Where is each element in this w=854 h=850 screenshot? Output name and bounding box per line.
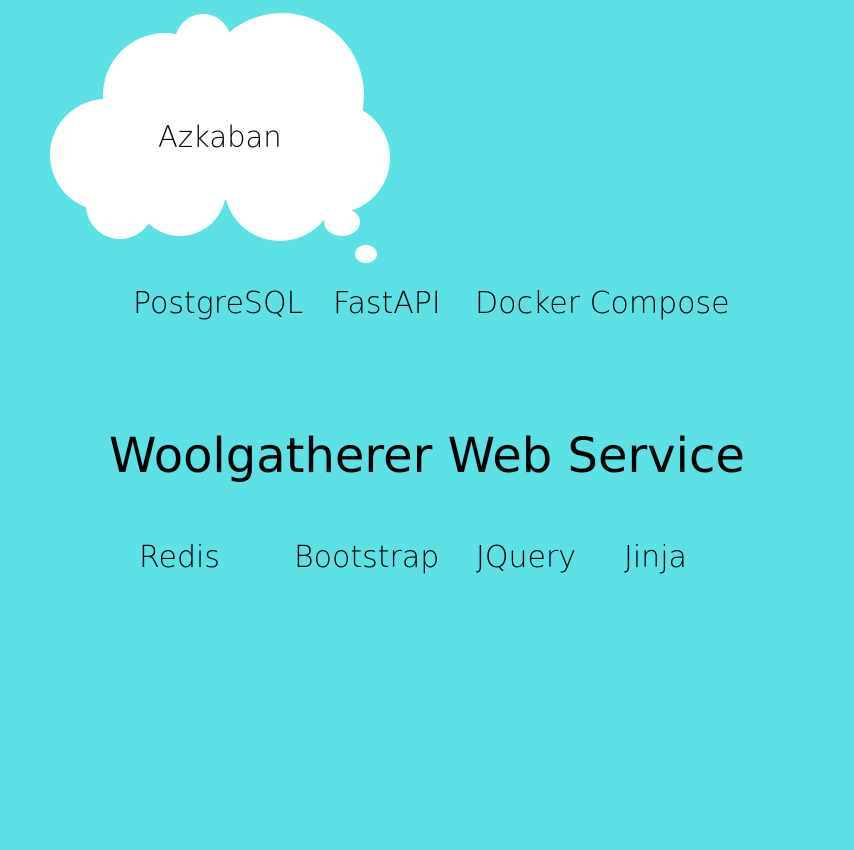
tech-label-fastapi: FastAPI — [333, 286, 441, 321]
thought-bubble-large — [324, 208, 360, 236]
tech-label-postgresql: PostgreSQL — [133, 286, 304, 321]
tech-label-jquery: JQuery — [476, 540, 577, 575]
thought-bubble-small — [355, 245, 377, 263]
tech-label-redis: Redis — [139, 540, 220, 575]
diagram-title: Woolgatherer Web Service — [109, 428, 745, 485]
tech-label-jinja: Jinja — [624, 540, 687, 575]
tech-label-docker-compose: Docker Compose — [475, 286, 730, 321]
cloud-label: Azkaban — [158, 120, 282, 154]
tech-label-bootstrap: Bootstrap — [294, 540, 440, 575]
